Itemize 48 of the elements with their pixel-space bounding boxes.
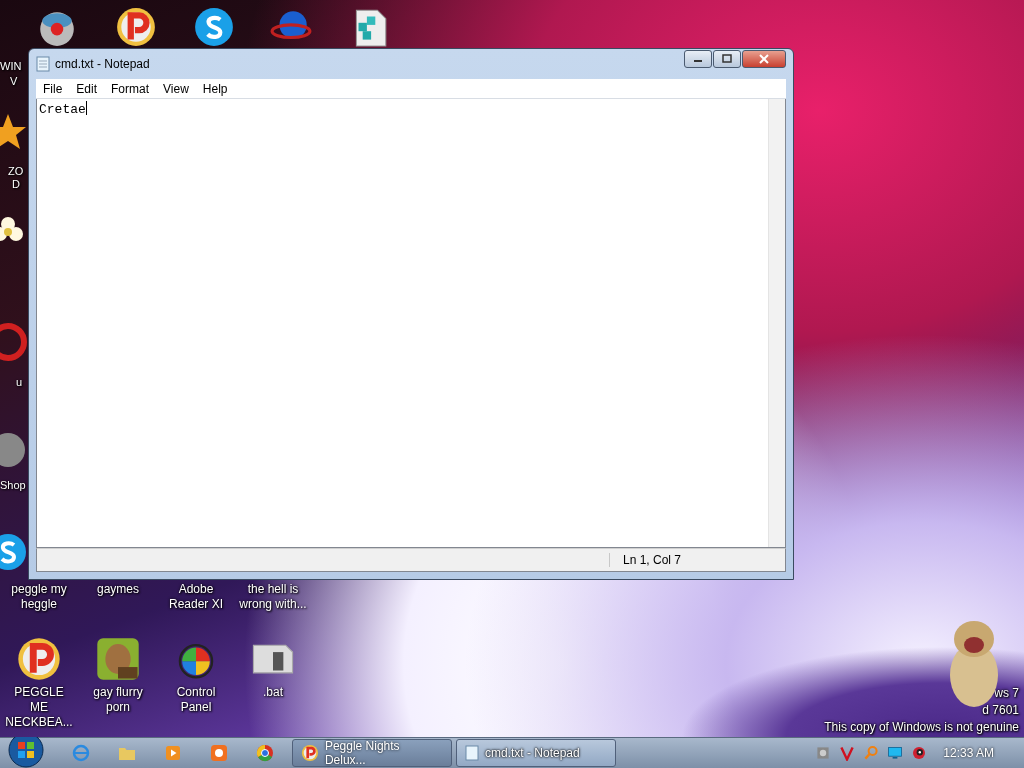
ring-icon <box>0 322 28 362</box>
magnifier-icon <box>863 745 880 761</box>
icon-label[interactable]: peggle my heggle <box>4 582 74 612</box>
window-title: cmd.txt - Notepad <box>55 57 151 71</box>
menu-item[interactable]: Format <box>104 81 157 96</box>
notepad-icon <box>465 745 479 761</box>
menu-item[interactable]: Edit <box>69 81 105 96</box>
icon-label[interactable]: WIN <box>0 60 22 72</box>
icon-label[interactable]: gay flurry porn <box>83 685 153 715</box>
icon-label[interactable]: V <box>10 75 18 87</box>
media-player-icon <box>163 743 183 763</box>
icon-label[interactable]: PEGGLE ME NECKBEA... <box>4 685 74 730</box>
menu-item[interactable]: View <box>156 81 196 96</box>
close-button[interactable] <box>742 50 786 68</box>
document-text: Cretae <box>39 102 86 117</box>
icon-label[interactable]: u <box>16 376 23 388</box>
minimize-button[interactable] <box>684 50 712 68</box>
taskbar-button[interactable]: Peggle Nights Delux... <box>292 739 452 767</box>
gear-icon <box>815 745 832 761</box>
icon-label[interactable]: Control Panel <box>161 685 231 715</box>
close-icon <box>759 54 769 64</box>
status-text: Ln 1, Col 7 <box>609 553 785 567</box>
badge-icon <box>16 636 62 682</box>
notepad-icon <box>36 56 50 72</box>
notice-text: ws 7 <box>994 685 1019 702</box>
menu-item[interactable]: File <box>36 81 70 96</box>
maximize-button[interactable] <box>713 50 741 68</box>
icon-label[interactable]: Adobe Reader XI <box>161 582 231 612</box>
icon-label[interactable]: the hell is wrong with... <box>238 582 308 612</box>
chrome-wheel-icon <box>255 743 275 763</box>
scrollbar[interactable] <box>768 99 785 547</box>
icon-label[interactable]: ZO <box>8 165 24 177</box>
badge-icon <box>115 6 157 48</box>
notice-text: This copy of Windows is not genuine <box>824 719 1019 736</box>
speaker-icon <box>911 745 928 761</box>
v-shape-icon <box>839 745 856 761</box>
icon-label[interactable]: D <box>12 178 20 190</box>
icon-label[interactable]: .bat <box>238 685 308 700</box>
maximize-icon <box>722 54 732 64</box>
browser-icon <box>71 743 91 763</box>
star-icon <box>0 112 28 152</box>
notice-text: d 7601 <box>982 702 1019 719</box>
menu-item[interactable]: Help <box>195 81 235 96</box>
badge-icon <box>301 744 319 762</box>
monitor-icon <box>887 745 904 761</box>
icon-label[interactable]: gaymes <box>83 582 153 597</box>
animal-icon <box>95 636 141 682</box>
icon-label[interactable]: Shop <box>0 479 26 491</box>
